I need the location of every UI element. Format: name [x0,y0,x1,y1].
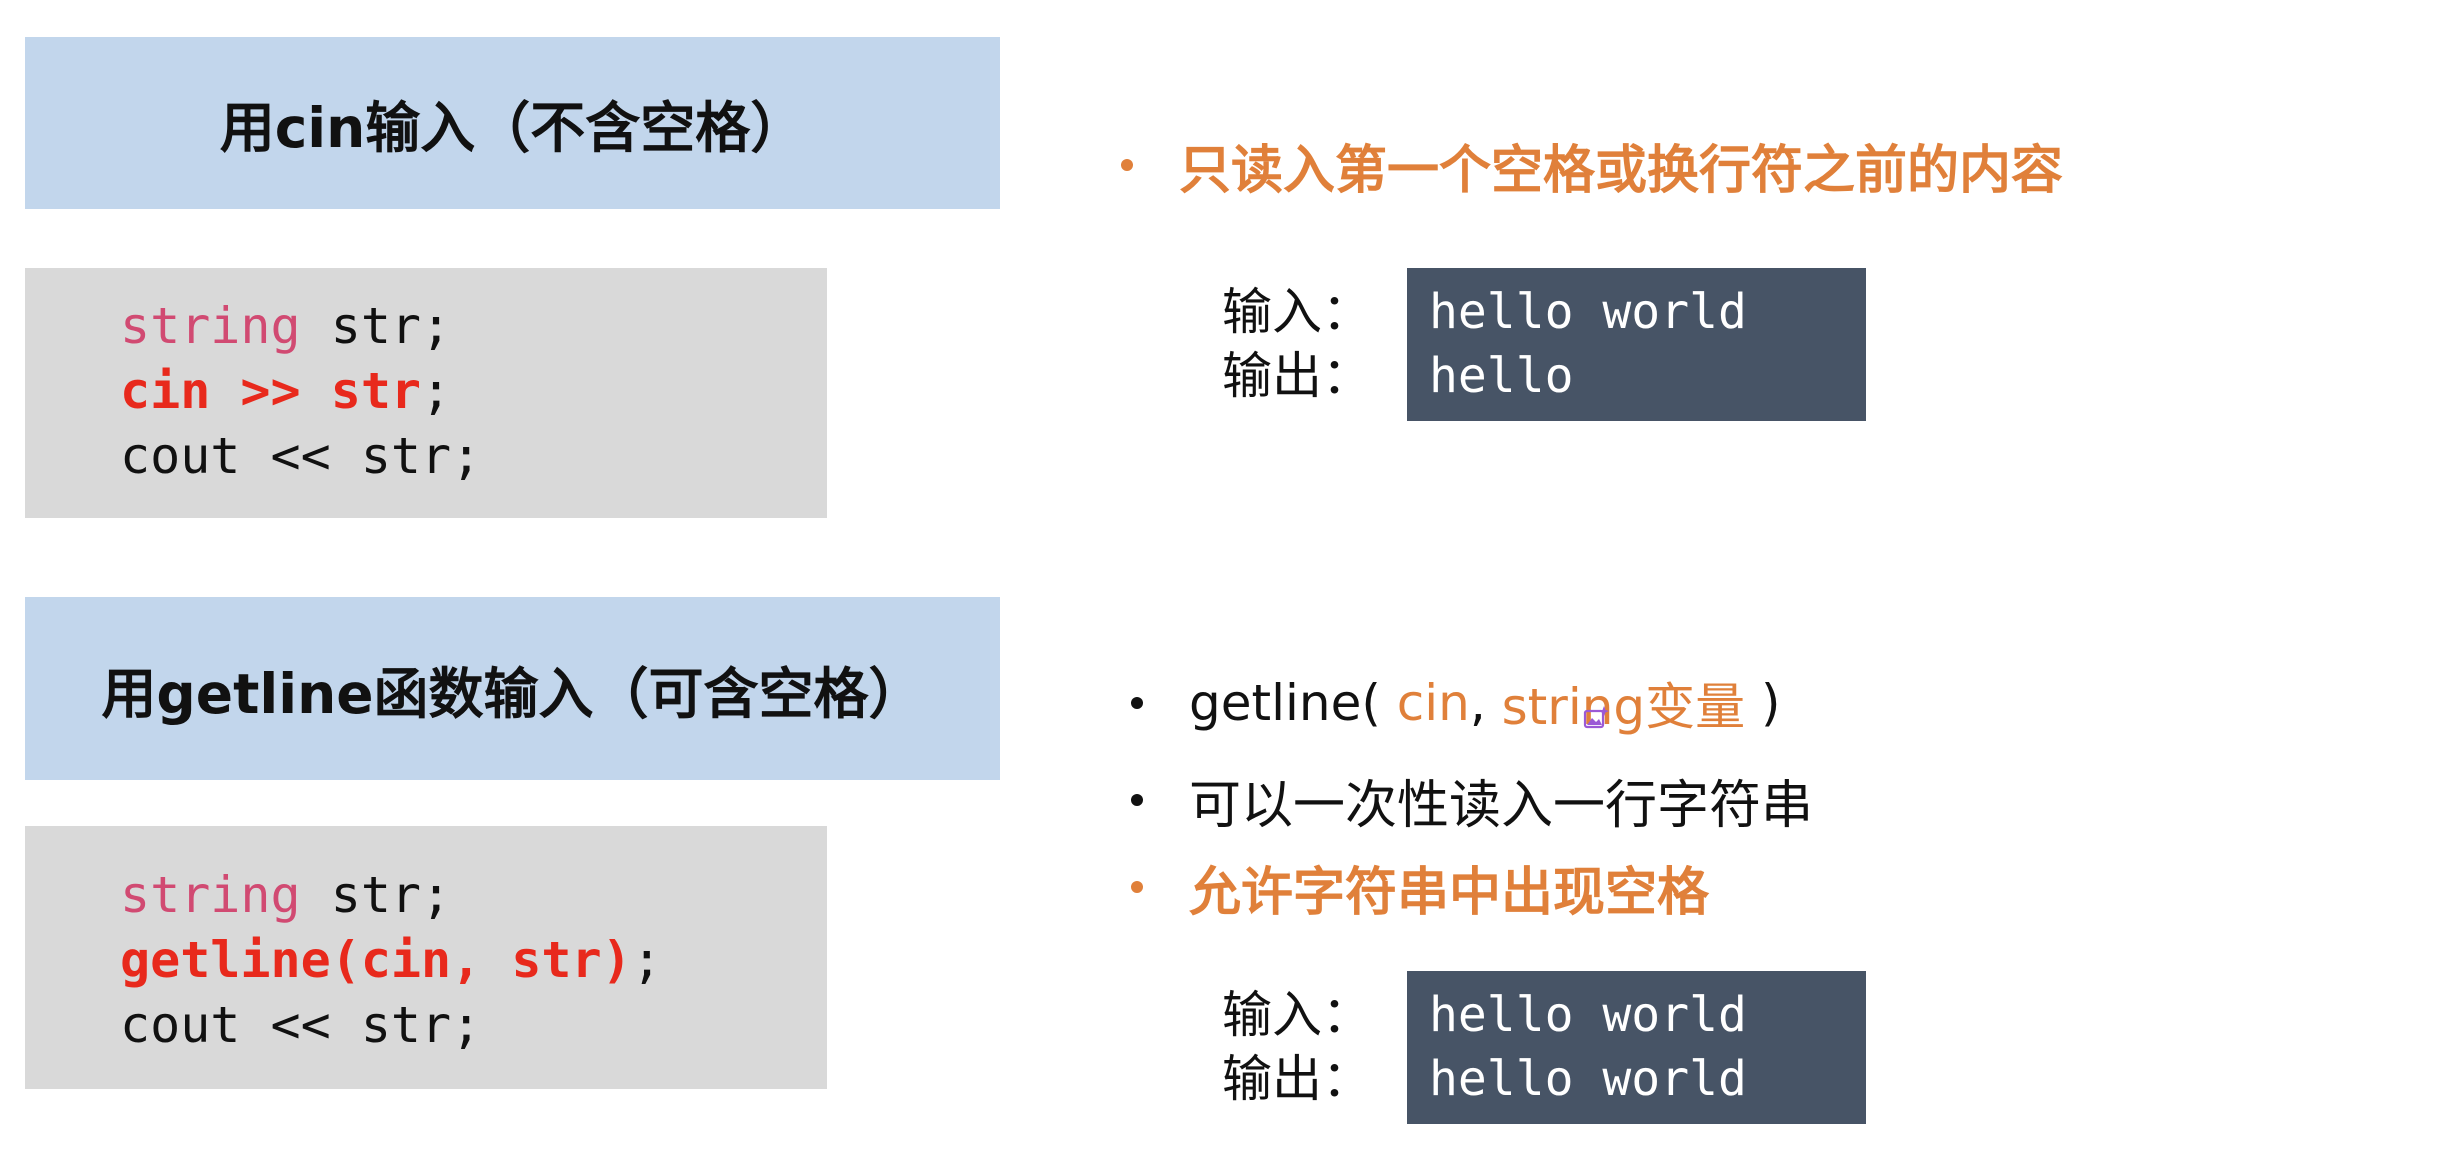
code-line: string str; [120,863,827,928]
getline-space-bullet: 允许字符串中出现空格 [1131,852,1710,923]
syntax-arg1: cin [1396,674,1470,732]
code-text: ; [421,362,452,420]
code-line: cin >> str; [120,359,827,424]
code-text: cout << str; [120,996,482,1054]
code-keyword: string [120,297,301,355]
cin-io-labels: 输入： 输出： [1222,280,1372,408]
getline-section-title-text: 用getline函数输入（可含空格） [101,661,924,726]
bullet-dot [1131,881,1143,893]
code-text: ; [631,931,662,989]
getline-io-example: hello world hello world [1407,971,1866,1124]
output-value: hello world [1429,1051,1747,1107]
output-label: 输出： [1222,1050,1372,1108]
bullet-dot [1131,697,1143,709]
cin-section-title: 用cin输入（不含空格） [25,37,1000,209]
code-line: cout << str; [120,424,827,489]
code-line: getline(cin, str); [120,928,827,993]
syntax-prefix: getline( [1189,674,1397,732]
bullet-text: 可以一次性读入一行字符串 [1189,775,1814,836]
image-icon [1583,706,1609,729]
syntax-suffix: ) [1745,674,1781,732]
bullet-text: 允许字符串中出现空格 [1189,862,1710,923]
code-highlight: getline(cin, str) [120,931,632,989]
output-value: hello [1429,348,1574,404]
getline-section-title: 用getline函数输入（可含空格） [25,597,1000,780]
getline-line-bullet: 可以一次性读入一行字符串 [1131,765,1814,836]
getline-io-labels: 输入： 输出： [1222,983,1372,1111]
cin-io-example: hello world hello [1407,268,1866,421]
input-value: hello world [1429,987,1747,1043]
syntax-arg2: string变量 [1501,678,1746,736]
syntax-sep: , [1469,674,1502,732]
code-keyword: string [120,866,301,924]
code-text: str; [300,866,452,924]
cin-section-title-text: 用cin输入（不含空格） [219,96,806,160]
bullet-text: 只读入第一个空格或换行符之前的内容 [1179,140,2064,201]
getline-code-block: string str; getline(cin, str); cout << s… [25,826,827,1089]
input-label: 输入： [1222,283,1372,341]
bullet-dot [1131,794,1143,806]
cin-code-block: string str; cin >> str; cout << str; [25,268,827,518]
code-highlight: cin >> str [120,362,422,420]
code-line: string str; [120,294,827,359]
input-value: hello world [1429,284,1747,340]
bullet-dot [1121,159,1133,171]
code-text: str; [300,297,452,355]
code-text: cout << str; [120,427,482,485]
code-line: cout << str; [120,993,827,1058]
output-label: 输出： [1222,347,1372,405]
input-label: 输入： [1222,986,1372,1044]
cin-behavior-bullet: 只读入第一个空格或换行符之前的内容 [1121,130,2064,201]
getline-syntax-bullet: getline( cin, string变量 ) [1131,668,1781,738]
